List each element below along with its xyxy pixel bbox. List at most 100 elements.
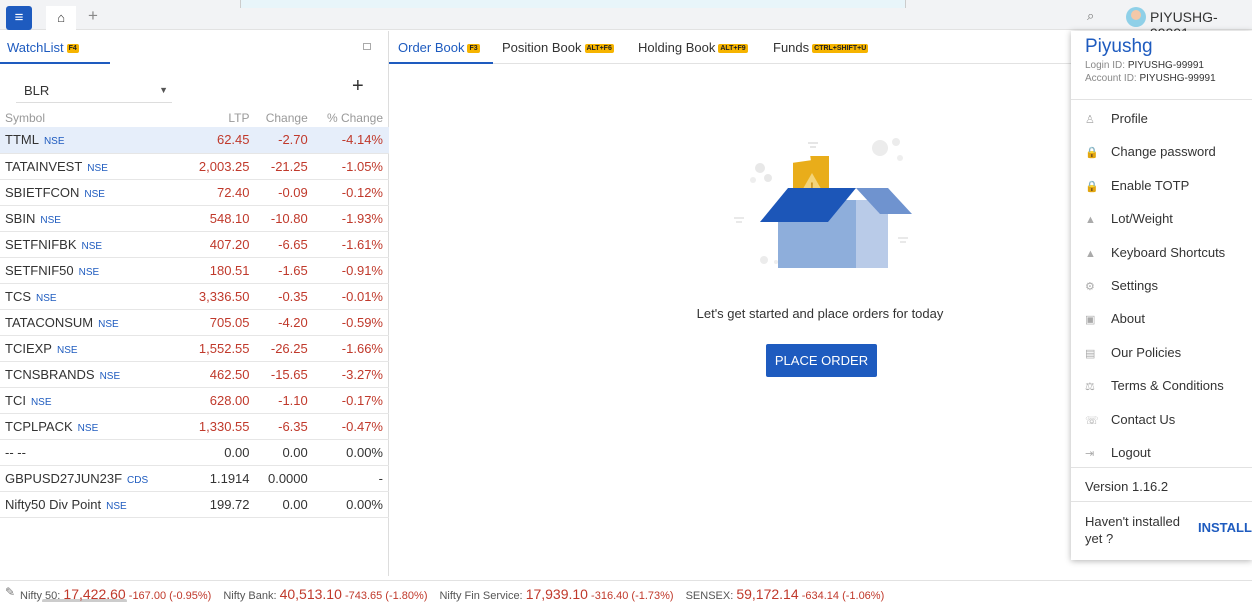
change-cell: -6.65 — [255, 231, 314, 258]
menu-item-enable-totp[interactable]: 🔒 Enable TOTP — [1085, 178, 1250, 193]
gavel-icon: ⚖ — [1085, 381, 1095, 394]
table-row[interactable]: TATAINVEST NSE 2,003.25 -21.25 -1.05% — [0, 153, 389, 180]
home-icon[interactable]: ⌂ — [46, 6, 76, 30]
exchange-label: NSE — [77, 422, 99, 434]
watchlist-group-select[interactable]: BLR ▼ — [16, 81, 172, 103]
add-tab-button[interactable]: + — [88, 6, 98, 26]
table-row[interactable]: TATACONSUM NSE 705.05 -4.20 -0.59% — [0, 309, 389, 336]
menu-item-contact-us[interactable]: ☏ Contact Us — [1085, 412, 1250, 427]
tab-funds[interactable]: Funds CTRL+SHIFT+U — [773, 40, 869, 55]
change-cell: -1.65 — [255, 257, 314, 284]
exchange-label: NSE — [99, 370, 121, 382]
ltp-cell: 548.10 — [186, 205, 256, 232]
exchange-label: NSE — [98, 318, 119, 330]
change-cell: -21.25 — [255, 153, 314, 180]
symbol-cell: TATACONSUM NSE — [0, 309, 187, 336]
watchlist-table: Symbol LTP Change % Change TTML NSE 62.45-… — [0, 109, 389, 518]
ltp-cell: 72.40 — [186, 179, 256, 206]
info-icon: ▣ — [1085, 314, 1096, 327]
ticker-item[interactable]: Nifty 50: 17,422.60 -167.00 (-0.95%) — [20, 586, 211, 602]
add-symbol-button[interactable]: + — [352, 75, 364, 98]
pct-change-cell: -1.61% — [313, 231, 389, 258]
change-cell: 0.00 — [255, 491, 314, 518]
exchange-label: NSE — [56, 344, 78, 356]
ticker-item[interactable]: Nifty Fin Service: 17,939.10 -316.40 (-1… — [439, 586, 673, 602]
pct-change-cell: -0.12% — [313, 179, 389, 206]
background-strip — [240, 0, 906, 8]
active-tab-indicator — [0, 62, 110, 64]
ltp-cell: 407.20 — [186, 231, 256, 258]
install-button[interactable]: INSTALL — [1198, 520, 1252, 535]
ltp-cell: 2,003.25 — [186, 153, 256, 180]
exchange-label: NSE — [40, 214, 61, 226]
pin-icon[interactable]: ✎ — [5, 585, 15, 599]
column-header[interactable]: Change — [256, 109, 314, 127]
pct-change-cell: 0.00% — [313, 439, 389, 466]
table-row[interactable]: Nifty50 Div Point NSE 199.72 0.00 0.00% — [0, 491, 389, 518]
table-row[interactable]: SETFNIFBK NSE 407.20 -6.65 -1.61% — [0, 231, 389, 258]
empty-state-message: Let's get started and place orders for t… — [696, 306, 944, 321]
table-row[interactable]: TTML NSE 62.45 -2.70 -4.14% — [0, 127, 389, 154]
exchange-label: NSE — [78, 266, 100, 278]
table-row[interactable]: -- -- 0.00 0.00 0.00% — [0, 439, 389, 466]
change-cell: -0.35 — [255, 283, 314, 310]
ltp-cell: 628.00 — [186, 387, 256, 414]
exchange-label: NSE — [81, 240, 103, 252]
symbol-cell: TCNSBRANDS NSE — [0, 361, 187, 388]
ltp-cell: 462.50 — [186, 361, 256, 388]
tab-order-book[interactable]: Order Book F3 — [398, 40, 480, 55]
ticker-item[interactable]: Nifty Bank: 40,513.10 -743.65 (-1.80%) — [223, 586, 427, 602]
pct-change-cell: -0.17% — [313, 387, 389, 414]
search-icon[interactable]: ⌕ — [1087, 8, 1094, 24]
change-cell: -6.35 — [255, 413, 314, 440]
menu-item-lot-weight[interactable]: ▲ Lot/Weight — [1085, 211, 1250, 226]
logout-icon: ⇥ — [1085, 448, 1095, 460]
table-row[interactable]: SBIN NSE 548.10 -10.80 -1.93% — [0, 205, 389, 232]
pct-change-cell: -1.66% — [313, 335, 389, 362]
place-order-button[interactable]: PLACE ORDER — [766, 344, 877, 377]
menu-item-terms-conditions[interactable]: ⚖ Terms & Conditions — [1085, 378, 1250, 393]
ltp-cell: 3,336.50 — [186, 283, 256, 310]
divider — [1071, 501, 1252, 502]
table-row[interactable]: GBPUSD27JUN23F CDS 1.1914 0.0000- — [0, 465, 389, 492]
ticker-item[interactable]: SENSEX: 59,172.14 -634.14 (-1.06%) — [686, 586, 885, 602]
tab-watchlist[interactable]: WatchList F4 — [7, 40, 79, 55]
tab-holding-book[interactable]: Holding Book ALT+F9 — [638, 40, 748, 55]
exchange-label: NSE — [30, 396, 52, 408]
table-row[interactable]: SETFNIF50 NSE 180.51 -1.65 -0.91% — [0, 257, 389, 284]
column-header[interactable]: Symbol — [0, 109, 187, 127]
shortcut-badge: ALT+F9 — [718, 44, 748, 54]
ltp-cell: 199.72 — [186, 491, 256, 518]
table-row[interactable]: TCNSBRANDS NSE 462.50 -15.65 -3.27% — [0, 361, 389, 388]
menu-item-profile[interactable]: ♙ Profile — [1085, 111, 1250, 126]
exchange-label: NSE — [84, 188, 105, 200]
pct-change-cell: -0.47% — [313, 413, 389, 440]
menu-item-about[interactable]: ▣ About — [1085, 311, 1250, 326]
phone-icon: ☏ — [1085, 414, 1099, 427]
symbol-cell: SETFNIF50 NSE — [0, 257, 187, 284]
menu-item-our-policies[interactable]: ▤ Our Policies — [1085, 345, 1250, 360]
table-row[interactable]: TCPLPACK NSE 1,330.55 -6.35 -0.47% — [0, 413, 389, 440]
table-row[interactable]: TCI NSE 628.00 -1.10 -0.17% — [0, 387, 389, 414]
weight-icon: ▲ — [1085, 214, 1096, 227]
ltp-cell: 1,552.55 — [186, 335, 256, 362]
table-row[interactable]: TCIEXP NSE 1,552.55 -26.25 -1.66% — [0, 335, 389, 362]
ltp-cell: 705.05 — [186, 309, 256, 336]
version-label: Version 1.16.2 — [1085, 479, 1169, 494]
tab-position-book[interactable]: Position Book ALT+F6 — [502, 40, 614, 55]
maximize-icon[interactable] — [363, 43, 371, 50]
menu-item-keyboard-shortcuts[interactable]: ▲ Keyboard Shortcuts — [1085, 245, 1250, 260]
symbol-cell: SBIETFCON NSE — [0, 179, 187, 206]
symbol-cell: TCIEXP NSE — [0, 335, 187, 362]
menu-item-settings[interactable]: ⚙ Settings — [1085, 278, 1250, 293]
table-row[interactable]: SBIETFCON NSE 72.40 -0.09 -0.12% — [0, 179, 389, 206]
profile-name: Piyushg — [1085, 36, 1153, 57]
table-row[interactable]: TCS NSE 3,336.50 -0.35 -0.01% — [0, 283, 389, 310]
avatar[interactable] — [1126, 7, 1146, 27]
column-header[interactable]: LTP — [187, 109, 256, 127]
exchange-label: CDS — [127, 474, 149, 486]
menu-item-logout[interactable]: ⇥ Logout — [1085, 445, 1250, 460]
column-header[interactable]: % Change — [314, 109, 389, 127]
hamburger-icon[interactable]: ≡ — [6, 6, 32, 30]
menu-item-change-password[interactable]: 🔒 Change password — [1085, 144, 1250, 159]
